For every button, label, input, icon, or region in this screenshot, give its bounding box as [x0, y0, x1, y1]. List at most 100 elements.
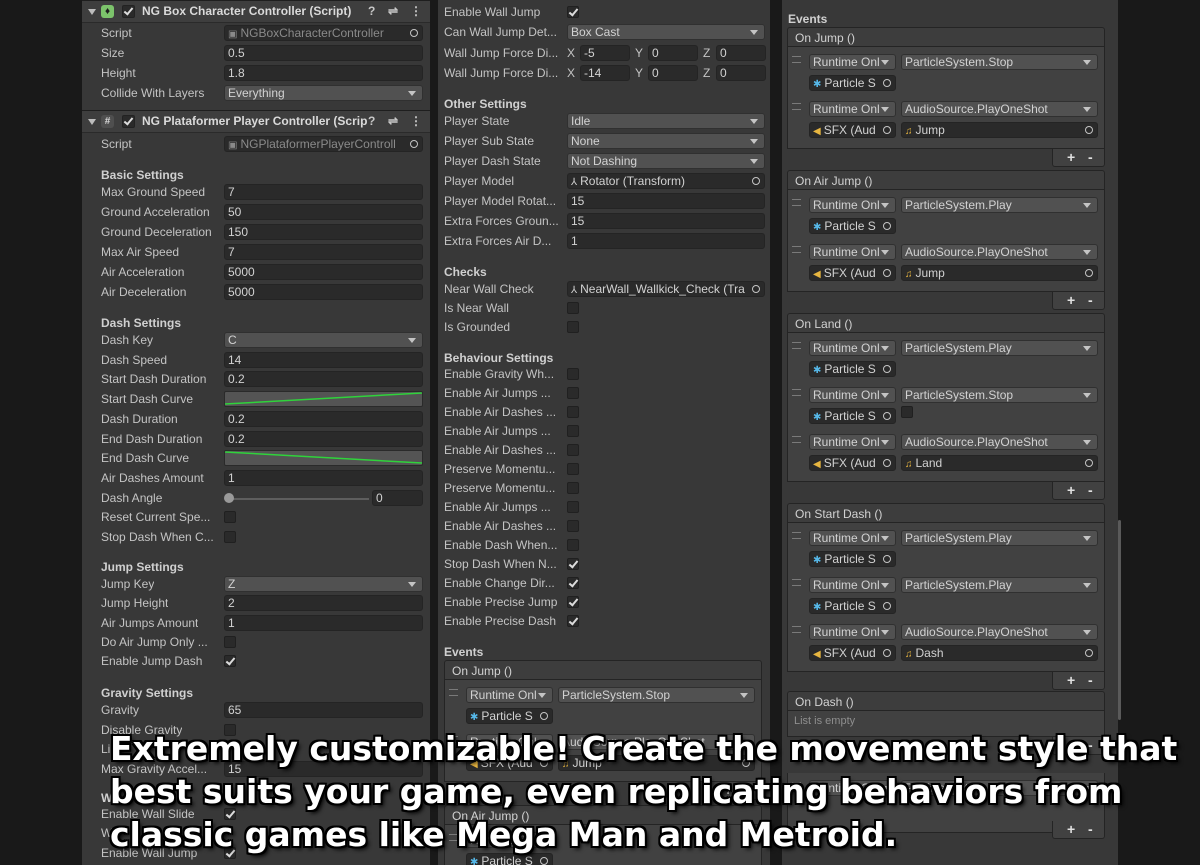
argument-object-field[interactable]: ♫ Land: [901, 455, 1098, 471]
vector-z-field[interactable]: 0: [716, 65, 766, 81]
dropdown-field[interactable]: None: [567, 133, 765, 149]
number-field[interactable]: 15: [567, 213, 765, 229]
vector-z-field[interactable]: 0: [716, 45, 766, 61]
add-listener-button[interactable]: +: [1067, 292, 1075, 308]
vector-x-field[interactable]: -5: [580, 45, 630, 61]
drag-handle-icon[interactable]: [792, 103, 801, 110]
object-picker-icon[interactable]: [1085, 126, 1093, 134]
number-field[interactable]: 0.2: [224, 430, 423, 447]
checkbox[interactable]: [224, 511, 236, 524]
drag-handle-icon[interactable]: [792, 389, 801, 396]
number-field[interactable]: 7: [224, 244, 423, 260]
remove-listener-button[interactable]: -: [1088, 672, 1093, 688]
number-field[interactable]: 50: [224, 204, 423, 220]
drag-handle-icon[interactable]: [792, 199, 801, 206]
dropdown-field[interactable]: C: [224, 332, 423, 348]
number-field[interactable]: 0.2: [224, 371, 423, 388]
target-object-field[interactable]: ✱ Particle S: [809, 551, 896, 567]
checkbox[interactable]: [567, 539, 579, 551]
object-picker-icon[interactable]: [883, 602, 891, 610]
vector-x-field[interactable]: -14: [580, 65, 630, 81]
checkbox[interactable]: [224, 655, 236, 668]
checkbox[interactable]: [567, 406, 579, 418]
curve-field[interactable]: [224, 391, 423, 408]
object-picker-icon[interactable]: [540, 857, 548, 865]
number-field[interactable]: 5000: [224, 264, 423, 280]
scrollbar[interactable]: [1118, 520, 1121, 720]
foldout-arrow-icon[interactable]: [88, 9, 96, 15]
object-field[interactable]: ⅄ NearWall_Wallkick_Check (Tra: [567, 281, 765, 297]
object-picker-icon[interactable]: [883, 126, 891, 134]
target-object-field[interactable]: ✱ Particle S: [809, 218, 896, 234]
dropdown-field[interactable]: Idle: [567, 113, 765, 129]
number-field[interactable]: 0.5: [224, 45, 423, 61]
target-object-field[interactable]: ✱ Particle S: [466, 708, 553, 724]
object-field[interactable]: ▣ NGBoxCharacterController: [224, 25, 423, 41]
dropdown-field[interactable]: Z: [224, 576, 423, 592]
target-object-field[interactable]: ✱ Particle S: [809, 598, 896, 614]
runtime-mode-dropdown[interactable]: Runtime Onl: [809, 577, 896, 593]
runtime-mode-dropdown[interactable]: Runtime Onl: [809, 54, 896, 70]
runtime-mode-dropdown[interactable]: Runtime Onl: [809, 197, 896, 213]
target-object-field[interactable]: ✱ Particle S: [809, 361, 896, 377]
checkbox[interactable]: [224, 635, 236, 648]
drag-handle-icon[interactable]: [792, 56, 801, 63]
preset-icon[interactable]: ⇌: [388, 111, 398, 132]
add-listener-button[interactable]: +: [1067, 672, 1075, 688]
number-field[interactable]: 15: [567, 193, 765, 209]
drag-handle-icon[interactable]: [792, 342, 801, 349]
checkbox[interactable]: [567, 425, 579, 437]
target-object-field[interactable]: ✱ Particle S: [809, 408, 896, 424]
checkbox[interactable]: [567, 368, 579, 380]
target-object-field[interactable]: ◀ SFX (Aud: [809, 122, 896, 138]
function-dropdown[interactable]: ParticleSystem.Stop: [901, 54, 1098, 70]
number-field[interactable]: 1.8: [224, 65, 423, 81]
object-picker-icon[interactable]: [883, 79, 891, 87]
dropdown-field[interactable]: Everything: [224, 85, 423, 101]
target-object-field[interactable]: ✱ Particle S: [809, 75, 896, 91]
component-header[interactable]: # NG Plataformer Player Controller (Scrip…: [82, 110, 430, 133]
add-listener-button[interactable]: +: [1067, 482, 1075, 498]
curve-field[interactable]: [224, 450, 423, 467]
checkbox[interactable]: [567, 596, 579, 608]
slider-handle[interactable]: [224, 492, 234, 503]
object-picker-icon[interactable]: [883, 365, 891, 373]
drag-handle-icon[interactable]: [792, 436, 801, 443]
number-field[interactable]: 0.2: [224, 410, 423, 427]
runtime-mode-dropdown[interactable]: Runtime Onl: [809, 244, 896, 260]
context-menu-icon[interactable]: ⋮: [410, 1, 422, 22]
function-dropdown[interactable]: AudioSource.PlayOneShot: [901, 101, 1098, 117]
checkbox[interactable]: [567, 577, 579, 589]
drag-handle-icon[interactable]: [449, 689, 458, 696]
number-field[interactable]: 2: [224, 595, 423, 612]
argument-object-field[interactable]: ♫ Jump: [901, 122, 1098, 138]
function-dropdown[interactable]: ParticleSystem.Play: [901, 340, 1098, 356]
object-picker-icon[interactable]: [410, 140, 418, 148]
checkbox[interactable]: [567, 463, 579, 475]
object-picker-icon[interactable]: [883, 459, 891, 467]
object-picker-icon[interactable]: [883, 649, 891, 657]
object-picker-icon[interactable]: [752, 177, 760, 185]
number-field[interactable]: 7: [224, 184, 423, 200]
object-picker-icon[interactable]: [883, 222, 891, 230]
foldout-arrow-icon[interactable]: [88, 119, 96, 125]
remove-listener-button[interactable]: -: [1088, 149, 1093, 165]
function-dropdown[interactable]: ParticleSystem.Stop: [901, 387, 1098, 403]
function-dropdown[interactable]: AudioSource.PlayOneShot: [901, 624, 1098, 640]
object-picker-icon[interactable]: [883, 412, 891, 420]
argument-object-field[interactable]: ♫ Jump: [901, 265, 1098, 281]
object-picker-icon[interactable]: [540, 712, 548, 720]
vector-y-field[interactable]: 0: [648, 45, 698, 61]
runtime-mode-dropdown[interactable]: Runtime Onl: [809, 101, 896, 117]
object-picker-icon[interactable]: [1085, 269, 1093, 277]
runtime-mode-dropdown[interactable]: Runtime Onl: [809, 530, 896, 546]
object-picker-icon[interactable]: [883, 269, 891, 277]
number-field[interactable]: 65: [224, 702, 423, 718]
function-dropdown[interactable]: ParticleSystem.Stop: [558, 687, 755, 703]
component-header[interactable]: ♦ NG Box Character Controller (Script)? ⇌ ⋮: [82, 0, 430, 23]
preset-icon[interactable]: ⇌: [388, 1, 398, 22]
vector-y-field[interactable]: 0: [648, 65, 698, 81]
context-menu-icon[interactable]: ⋮: [410, 111, 422, 132]
number-field[interactable]: 5000: [224, 284, 423, 300]
runtime-mode-dropdown[interactable]: Runtime Onl: [466, 687, 553, 703]
